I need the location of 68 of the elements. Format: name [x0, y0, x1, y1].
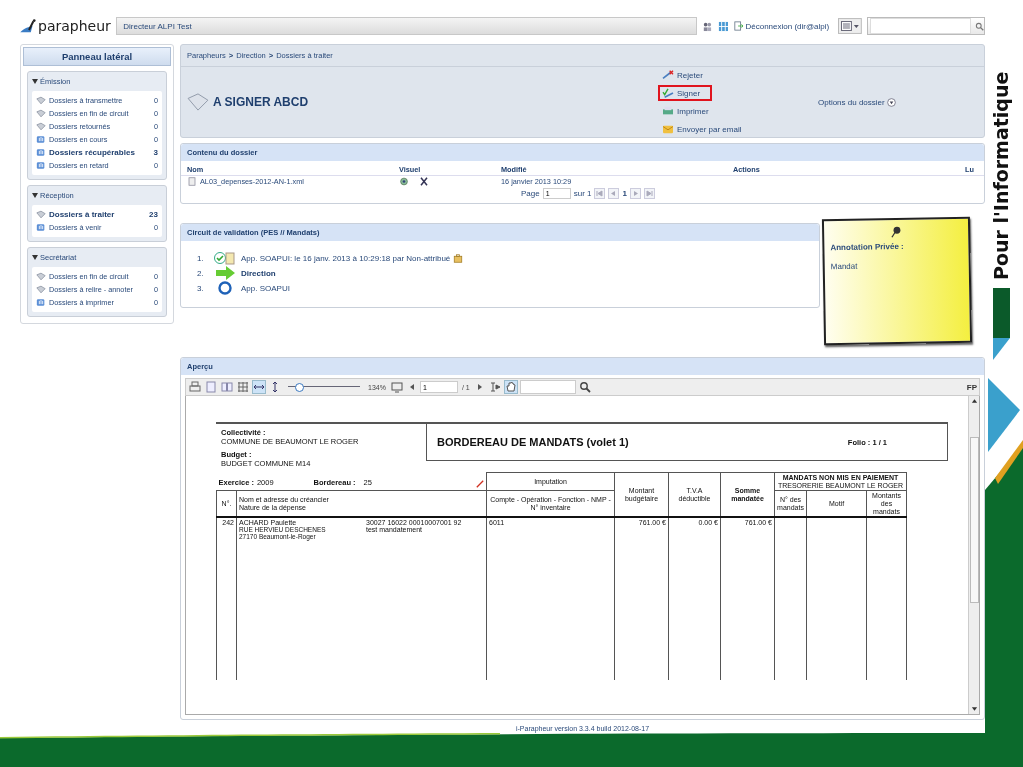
- dossier-options-link[interactable]: Options du dossier: [818, 97, 885, 107]
- search-field[interactable]: [519, 380, 576, 394]
- view-icon[interactable]: [399, 177, 409, 186]
- scrollbar[interactable]: [968, 396, 979, 714]
- tray-icon: [36, 298, 46, 307]
- step-number: 1.: [197, 253, 205, 263]
- check-document-icon: [214, 251, 236, 265]
- search-field[interactable]: [867, 17, 985, 35]
- next-page-button[interactable]: [475, 383, 484, 391]
- slide-side-text: Pour l'Informatique: [990, 70, 1012, 280]
- logout-icon[interactable]: [733, 21, 744, 31]
- search-icon[interactable]: [975, 20, 984, 32]
- grid-icon[interactable]: [717, 20, 729, 32]
- last-page-button[interactable]: [643, 188, 655, 199]
- tray-icon: [36, 135, 46, 144]
- action-link[interactable]: Rejeter: [658, 67, 707, 83]
- app-logo-text: parapheur: [38, 18, 111, 34]
- action-link[interactable]: Imprimer: [658, 103, 713, 119]
- envelope-icon: [662, 124, 674, 134]
- dropdown-icon[interactable]: [886, 97, 896, 107]
- zoom-slider[interactable]: [288, 382, 360, 392]
- file-icon: [187, 177, 197, 186]
- step-label: Direction: [241, 268, 276, 278]
- ribbon-drawing: [993, 288, 1010, 360]
- user-name: Directeur ALPI Test: [123, 21, 192, 31]
- first-page-button[interactable]: [594, 188, 606, 199]
- print-button[interactable]: [188, 380, 202, 394]
- pen-logo-icon: [20, 19, 38, 33]
- thumbnails-button[interactable]: [236, 380, 250, 394]
- logout-link[interactable]: Déconnexion (dir@alpi): [745, 21, 830, 31]
- folder-icon: [36, 210, 46, 219]
- briefcase-icon[interactable]: [453, 253, 464, 263]
- step-number: 3.: [197, 283, 205, 293]
- sidebar-item[interactable]: Dossiers récupérables 3: [36, 148, 158, 157]
- dossier-title: A SIGNER ABCD: [213, 95, 310, 109]
- pen-cross-icon: [662, 70, 674, 80]
- page-label: Page: [521, 189, 540, 198]
- folder-icon: [187, 93, 209, 111]
- tray-icon: [36, 161, 46, 170]
- tray-icon: [36, 223, 46, 232]
- side-panel-title: Panneau latéral: [23, 47, 171, 66]
- printer-icon: [662, 106, 674, 116]
- action-link[interactable]: Signer: [658, 85, 713, 101]
- pin-icon: [890, 225, 903, 239]
- tray-icon: [36, 148, 46, 157]
- note-title: Annotation Privée :: [830, 240, 905, 253]
- note-text: Mandat: [830, 260, 859, 272]
- step-number: 2.: [197, 268, 205, 278]
- scroll-down-icon[interactable]: [970, 706, 978, 712]
- action-link[interactable]: Envoyer par email: [658, 121, 746, 137]
- current-page: 1: [622, 189, 627, 198]
- hand-tool-button[interactable]: [503, 380, 518, 394]
- pen-mark-icon: [476, 480, 484, 489]
- document-title: BORDEREAU DE MANDATS (volet 1): [437, 436, 630, 448]
- fit-width-button[interactable]: [252, 380, 266, 394]
- two-page-button[interactable]: [220, 380, 234, 394]
- page-total: sur 1: [573, 189, 592, 198]
- step-label: App. SOAPUI: le 16 janv. 2013 à 10:29:18 par Non-attribué: [241, 253, 451, 263]
- view-menu-button[interactable]: [838, 18, 862, 34]
- search-button[interactable]: [577, 380, 592, 394]
- sidebar-item[interactable]: Dossiers à traiter 23: [36, 210, 158, 219]
- scroll-up-icon[interactable]: [970, 398, 978, 404]
- pen-check-icon: [662, 88, 674, 98]
- tools-icon[interactable]: [419, 177, 429, 186]
- step-label: App. SOAPUI: [241, 283, 290, 293]
- users-icon[interactable]: [701, 20, 713, 32]
- viewer-brand-label: FP: [966, 382, 977, 392]
- arrow-right-icon: [214, 266, 236, 280]
